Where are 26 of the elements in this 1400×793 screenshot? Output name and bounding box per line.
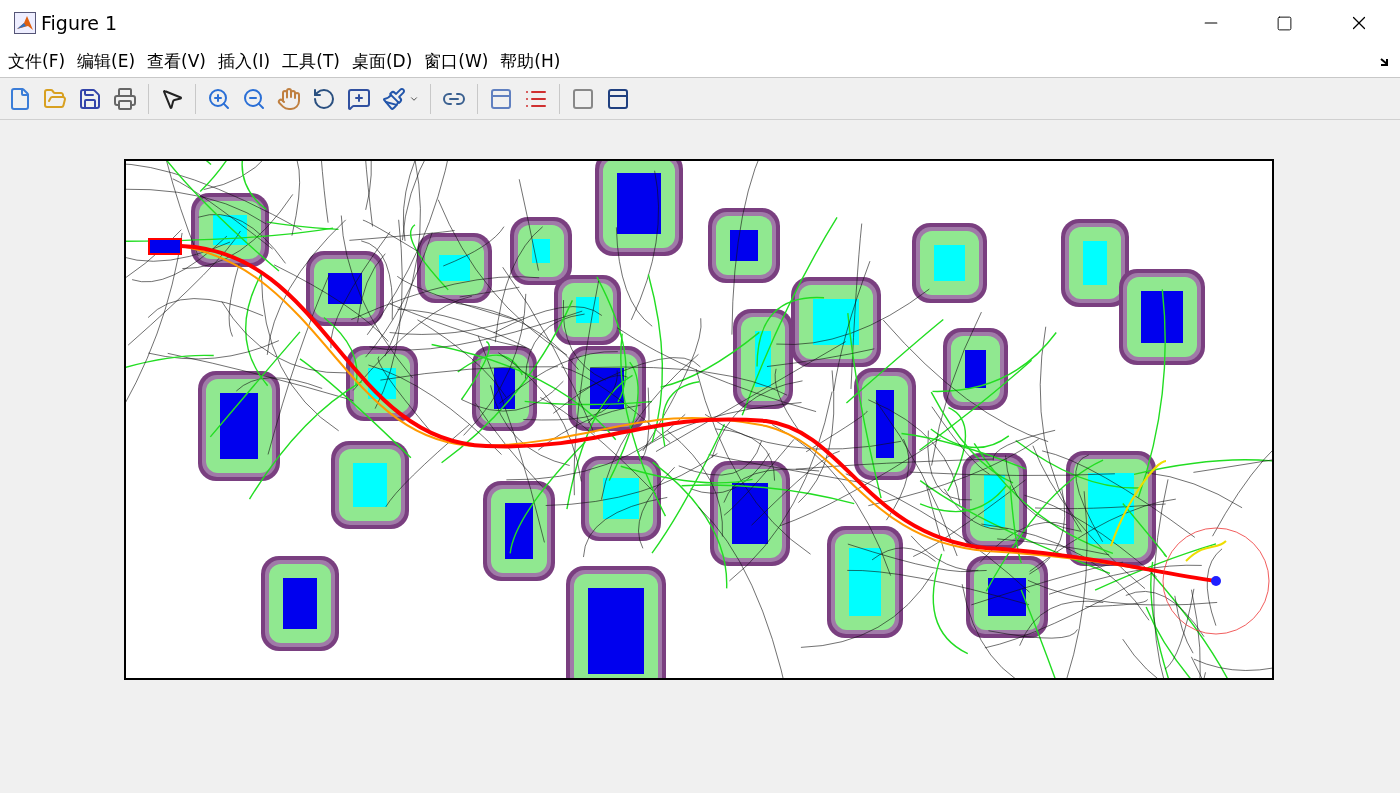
brush-icon[interactable] [382, 86, 406, 111]
menu-item[interactable]: 窗口(W) [424, 48, 489, 75]
menu-item[interactable]: 工具(T) [282, 48, 340, 75]
hand-icon[interactable] [277, 86, 301, 111]
maximize-icon[interactable] [1276, 14, 1293, 32]
zoom-out-icon[interactable] [242, 86, 266, 111]
new-file-icon[interactable] [8, 86, 32, 111]
panel-icon[interactable] [489, 86, 513, 111]
menu-item[interactable]: 帮助(H) [500, 48, 561, 75]
menu-item[interactable]: 桌面(D) [351, 48, 413, 75]
square-icon[interactable] [571, 86, 595, 111]
menu-item[interactable]: 查看(V) [147, 48, 206, 75]
obstacle [510, 217, 572, 285]
goal-marker [1211, 576, 1221, 586]
obstacle [554, 275, 621, 345]
menu-item[interactable]: 编辑(E) [77, 48, 136, 75]
window-title: Figure 1 [41, 10, 118, 36]
save-icon[interactable] [78, 86, 102, 111]
menu-item[interactable]: 文件(F) [8, 48, 66, 75]
comment-plus-icon[interactable] [347, 86, 371, 111]
menu-item[interactable]: 插入(I) [217, 48, 271, 75]
rotate-icon[interactable] [312, 86, 336, 111]
start-marker [148, 238, 182, 255]
printer-icon[interactable] [113, 86, 137, 111]
zoom-in-icon[interactable] [207, 86, 231, 111]
window-icon[interactable] [606, 86, 630, 111]
